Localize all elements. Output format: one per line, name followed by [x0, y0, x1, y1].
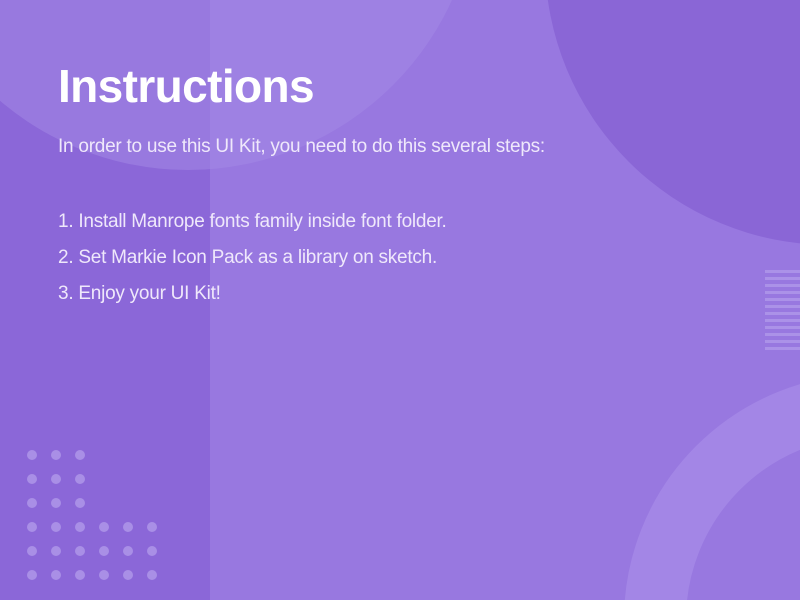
steps-list: 1. Install Manrope fonts family inside f…: [58, 204, 447, 312]
slide-content: Instructions In order to use this UI Kit…: [58, 0, 758, 600]
slide-canvas: Instructions In order to use this UI Kit…: [0, 0, 800, 600]
page-subtitle: In order to use this UI Kit, you need to…: [58, 136, 545, 157]
step-item: 2. Set Markie Icon Pack as a library on …: [58, 247, 437, 268]
step-item: 3. Enjoy your UI Kit!: [58, 283, 221, 304]
step-item: 1. Install Manrope fonts family inside f…: [58, 211, 447, 232]
page-title: Instructions: [58, 60, 315, 112]
right-edge-stripe-block: [765, 270, 800, 350]
